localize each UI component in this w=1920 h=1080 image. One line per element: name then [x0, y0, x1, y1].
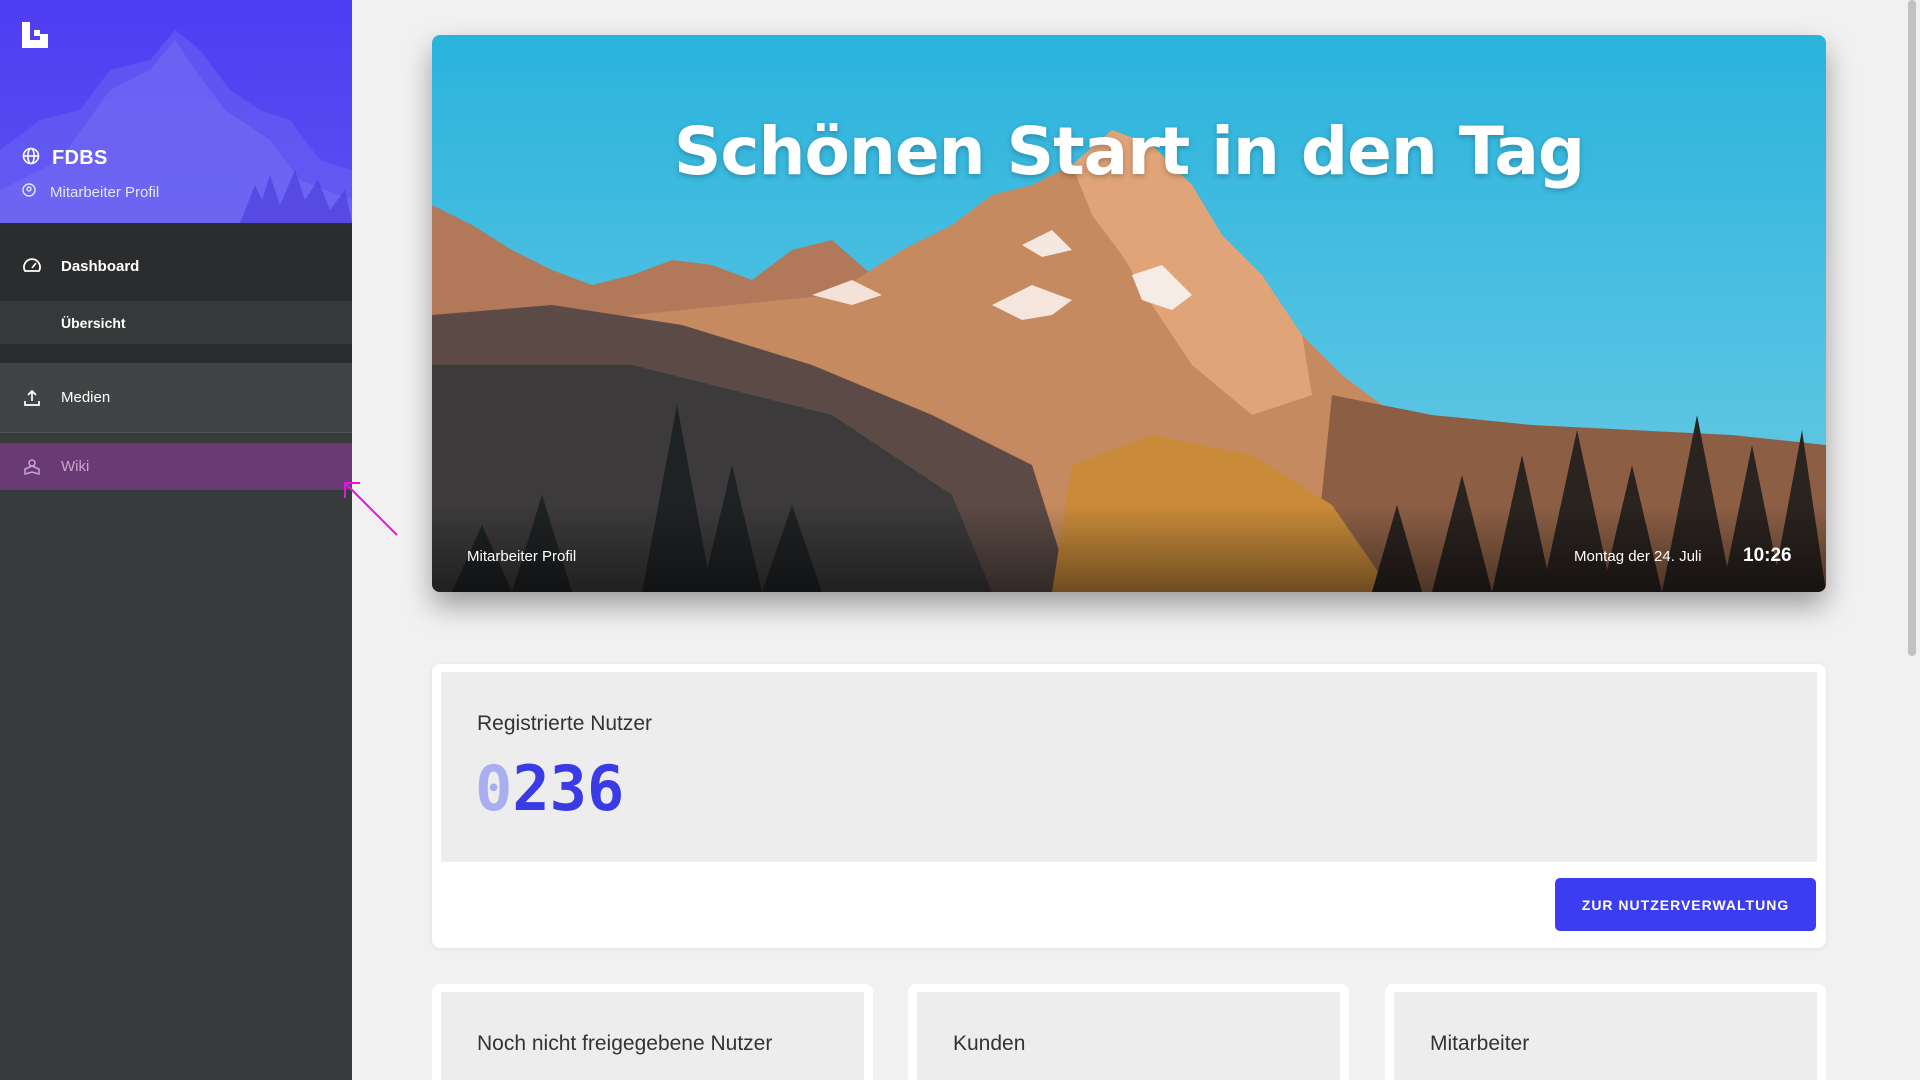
- divider: [0, 432, 352, 442]
- sidebar-item-label: Wiki: [61, 458, 90, 475]
- card-title: Registrierte Nutzer: [477, 712, 653, 735]
- card-title: Mitarbeiter: [1430, 1032, 1530, 1055]
- brand-name: FDBS: [52, 147, 108, 169]
- sidebar-header: FDBS Mitarbeiter Profil: [0, 0, 352, 223]
- pending-users-card: Noch nicht freigegebene Nutzer: [432, 984, 873, 1080]
- card-title: Kunden: [953, 1032, 1026, 1055]
- sidebar-item-wiki[interactable]: Wiki: [0, 443, 352, 490]
- profile-link-label: Mitarbeiter Profil: [50, 183, 160, 201]
- globe-icon: [22, 147, 40, 170]
- divider: [0, 344, 352, 363]
- registered-users-card: Registrierte Nutzer 0236 ZUR NUTZERVERWA…: [432, 664, 1826, 948]
- dashboard-icon: [21, 255, 43, 277]
- employees-card: Mitarbeiter: [1385, 984, 1826, 1080]
- card-panel: Noch nicht freigegebene Nutzer: [441, 992, 864, 1080]
- sidebar-item-dashboard[interactable]: Dashboard: [0, 231, 352, 301]
- annotation-arrow-icon: [344, 482, 398, 536]
- sidebar-item-label: Medien: [61, 389, 111, 406]
- registered-users-count: 0236: [475, 752, 624, 825]
- hero-date: Montag der 24. Juli: [1574, 548, 1702, 565]
- brand[interactable]: FDBS: [22, 147, 108, 170]
- sidebar-item-medien[interactable]: Medien: [0, 363, 352, 432]
- user-management-button[interactable]: ZUR NUTZERVERWALTUNG: [1555, 878, 1816, 931]
- user-circle-icon: [22, 183, 36, 201]
- scrollbar-thumb[interactable]: [1908, 0, 1916, 656]
- sidebar-item-label: Übersicht: [61, 314, 126, 331]
- hero-banner: Schönen Start in den Tag Mitarbeiter Pro…: [432, 35, 1826, 592]
- profile-link[interactable]: Mitarbeiter Profil: [22, 183, 159, 201]
- divider: [0, 223, 352, 231]
- sidebar-item-label: Dashboard: [61, 257, 140, 275]
- count-padding: 0: [475, 752, 513, 825]
- card-panel: Kunden: [917, 992, 1340, 1080]
- registered-users-panel: Registrierte Nutzer 0236: [441, 672, 1817, 862]
- card-panel: Mitarbeiter: [1394, 992, 1817, 1080]
- hero-time: 10:26: [1743, 545, 1792, 566]
- app-logo[interactable]: [22, 22, 48, 48]
- wiki-icon: [21, 456, 43, 478]
- customers-card: Kunden: [908, 984, 1349, 1080]
- card-title: Noch nicht freigegebene Nutzer: [477, 1032, 773, 1055]
- sidebar: FDBS Mitarbeiter Profil Dashboard Übersi…: [0, 0, 352, 1080]
- sidebar-item-uebersicht[interactable]: Übersicht: [0, 301, 352, 344]
- hero-profile-caption: Mitarbeiter Profil: [467, 548, 577, 565]
- upload-icon: [21, 387, 43, 409]
- greeting-title: Schönen Start in den Tag: [673, 113, 1585, 190]
- count-value: 236: [512, 752, 625, 825]
